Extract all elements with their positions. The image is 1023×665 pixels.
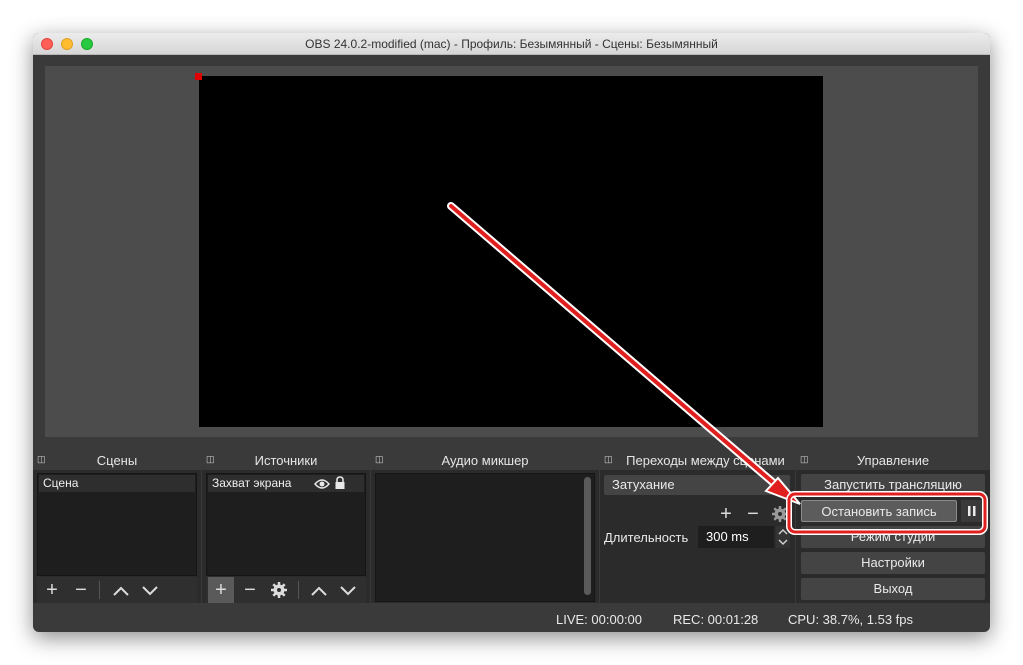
sources-list[interactable]: Захват экрана (206, 473, 366, 576)
audio-mixer-dock-header: ◫ Аудио микшер (371, 451, 599, 470)
rec-timer: REC: 00:01:28 (673, 612, 759, 627)
controls-dock-title: Управление (856, 453, 930, 468)
gear-icon (772, 506, 788, 522)
eye-icon[interactable] (314, 478, 330, 490)
scenes-list[interactable]: Сцена (37, 473, 197, 576)
transitions-dock-header: ◫ Переходы между сценами (600, 451, 795, 470)
audio-mixer-panel (375, 473, 595, 602)
scene-item[interactable]: Сцена (39, 475, 195, 492)
scenes-dock-header: ◫ Сцены (33, 451, 201, 470)
cpu-usage: CPU: 38.7%, 1.53 fps (788, 612, 914, 627)
transition-select[interactable]: Затухание (604, 475, 790, 495)
preview-area[interactable] (45, 66, 978, 437)
live-timer: LIVE: 00:00:00 (556, 612, 643, 627)
audio-mixer-dock: ◫ Аудио микшер (371, 451, 599, 603)
gear-icon (271, 582, 287, 598)
add-scene-button[interactable]: + (39, 577, 65, 603)
settings-button[interactable]: Настройки (801, 552, 985, 574)
source-item-label: Захват экрана (212, 476, 292, 490)
lock-icon[interactable] (334, 476, 346, 490)
pause-recording-button[interactable] (961, 500, 983, 522)
duration-stepper[interactable] (776, 526, 790, 548)
chevron-up-icon (113, 586, 129, 596)
sources-dock-header: ◫ Источники (202, 451, 370, 470)
start-streaming-button[interactable]: Запустить трансляцию (801, 474, 985, 496)
sources-toolbar: + − (206, 577, 366, 603)
audio-mixer-dock-title: Аудио микшер (441, 453, 529, 468)
toolbar-divider (298, 581, 299, 599)
scenes-toolbar: + − (37, 577, 197, 603)
exit-button[interactable]: Выход (801, 578, 985, 600)
chevron-down-icon[interactable] (776, 537, 790, 547)
status-bar: LIVE: 00:00:00 REC: 00:01:28 CPU: 38.7%,… (33, 608, 990, 632)
pause-icon (968, 506, 976, 516)
scenes-dock: ◫ Сцены Сцена + − (33, 451, 201, 603)
remove-transition-button[interactable]: − (740, 501, 766, 527)
sources-dock-title: Источники (254, 453, 318, 468)
chevron-down-icon (340, 586, 356, 596)
preview-canvas[interactable] (199, 76, 823, 427)
obs-window: OBS 24.0.2-modified (mac) - Профиль: Без… (33, 33, 990, 632)
chevron-up-icon[interactable] (776, 527, 790, 537)
window-title: OBS 24.0.2-modified (mac) - Профиль: Без… (305, 37, 718, 51)
toolbar-divider (99, 581, 100, 599)
remove-source-button[interactable]: − (237, 577, 263, 603)
studio-mode-button[interactable]: Режим студии (801, 526, 985, 548)
source-resize-handle[interactable] (195, 73, 202, 80)
scenes-dock-title: Сцены (96, 453, 138, 468)
controls-dock-header: ◫ Управление (796, 451, 990, 470)
chevron-up-icon (311, 586, 327, 596)
stop-recording-button[interactable]: Остановить запись (801, 500, 957, 522)
source-item[interactable]: Захват экрана (208, 475, 364, 492)
add-transition-button[interactable]: + (713, 501, 739, 527)
transition-properties-button[interactable] (767, 501, 793, 527)
add-source-button[interactable]: + (208, 577, 234, 603)
duration-label: Длительность (604, 530, 689, 545)
duration-input[interactable]: 300 ms (698, 526, 774, 548)
transitions-dock-title: Переходы между сценами (626, 453, 785, 468)
mixer-scrollbar[interactable] (584, 477, 591, 595)
dock-float-icon[interactable]: ◫ (604, 454, 613, 465)
chevron-down-icon (142, 586, 158, 596)
source-properties-button[interactable] (266, 577, 292, 603)
sources-dock: ◫ Источники Захват экрана + − (202, 451, 370, 603)
title-bar: OBS 24.0.2-modified (mac) - Профиль: Без… (33, 33, 990, 55)
move-scene-down-button[interactable] (137, 577, 163, 603)
move-source-up-button[interactable] (306, 577, 332, 603)
move-source-down-button[interactable] (335, 577, 361, 603)
remove-scene-button[interactable]: − (68, 577, 94, 603)
transitions-dock: ◫ Переходы между сценами Затухание + − Д… (600, 451, 795, 603)
move-scene-up-button[interactable] (108, 577, 134, 603)
